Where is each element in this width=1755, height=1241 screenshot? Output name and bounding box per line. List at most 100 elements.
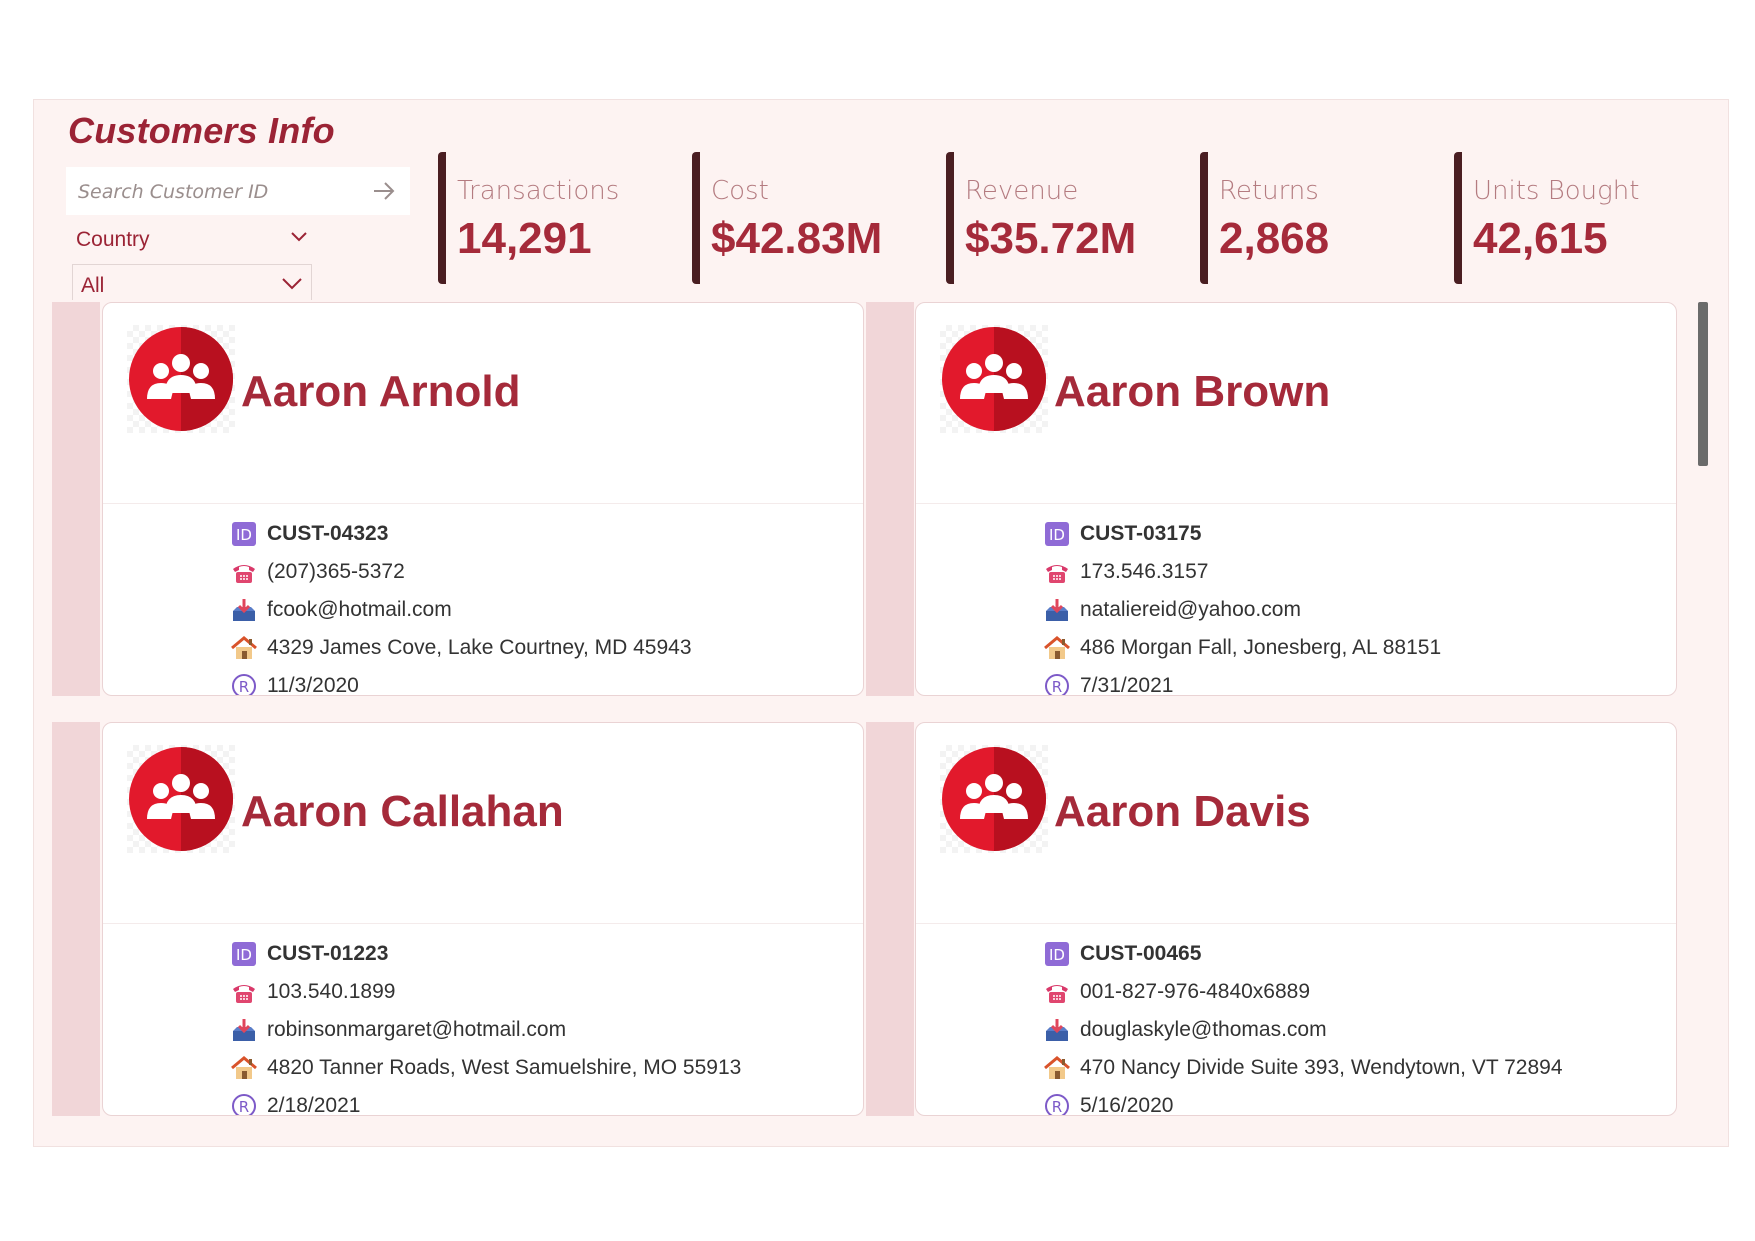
customer-name: Aaron Callahan <box>241 787 564 836</box>
svg-text:ID: ID <box>1049 526 1065 544</box>
kpi-value: 2,868 <box>1219 214 1330 263</box>
search-box[interactable] <box>66 167 410 215</box>
kpi-label: Revenue <box>965 176 1079 206</box>
telephone-icon <box>231 559 257 585</box>
search-input[interactable] <box>76 176 360 208</box>
customer-email[interactable]: robinsonmargaret@hotmail.com <box>267 1018 566 1042</box>
customer-email-row: natalie​reid@yahoo.com <box>1044 593 1301 627</box>
customer-email[interactable]: fcook@hotmail.com <box>267 598 452 622</box>
customer-id-row: ID CUST-03175 <box>1044 517 1201 551</box>
svg-text:R: R <box>239 1098 249 1116</box>
customer-address-row: 470 Nancy Divide Suite 393, Wendytown, V… <box>1044 1051 1563 1085</box>
inbox-icon <box>1044 597 1070 623</box>
kpi-accent-bar <box>692 152 700 284</box>
customer-registered: 11/3/2020 <box>267 674 359 696</box>
svg-text:ID: ID <box>1049 946 1065 964</box>
customer-id: CUST-00465 <box>1080 942 1202 965</box>
house-icon <box>231 1055 257 1081</box>
customer-name: Aaron Brown <box>1054 367 1331 416</box>
customer-address: 4329 James Cove, Lake Courtney, MD 45943 <box>267 636 692 659</box>
customer-phone: 173.546.3157 <box>1080 560 1209 583</box>
card-strip <box>866 722 914 1116</box>
registered-icon: R <box>1044 1093 1070 1116</box>
customer-id: CUST-03175 <box>1080 522 1202 545</box>
customer-card[interactable]: Aaron Brown ID CUST-03175 173.546.3157 natal… <box>915 302 1677 696</box>
customer-name: Aaron Arnold <box>241 367 521 416</box>
customer-id-row: ID CUST-00465 <box>1044 937 1201 971</box>
svg-text:R: R <box>1052 1098 1062 1116</box>
customer-card[interactable]: Aaron Arnold ID CUST-04323 (207)365-5372 fco… <box>102 302 864 696</box>
kpi-label: Returns <box>1219 176 1319 206</box>
customer-group-icon <box>940 745 1048 853</box>
kpi-cost: Cost $42.83M <box>692 152 932 284</box>
customer-registered: 2/18/2021 <box>267 1094 361 1116</box>
card-strip <box>52 302 100 696</box>
id-badge-icon: ID <box>231 941 257 967</box>
customer-card[interactable]: Aaron Callahan ID CUST-01223 103.540.1899 ro… <box>102 722 864 1116</box>
customer-address: 470 Nancy Divide Suite 393, Wendytown, V… <box>1080 1056 1563 1079</box>
customer-email[interactable]: natalie​reid@yahoo.com <box>1080 598 1301 622</box>
customer-address-row: 486 Morgan Fall, Jonesberg, AL 88151 <box>1044 631 1441 665</box>
arrow-right-icon[interactable] <box>372 180 396 202</box>
card-divider <box>916 923 1676 924</box>
customer-registered: 7/31/2021 <box>1080 674 1174 696</box>
kpi-value: $42.83M <box>711 214 883 263</box>
inbox-icon <box>1044 1017 1070 1043</box>
card-divider <box>103 923 863 924</box>
customer-email-row: fcook@hotmail.com <box>231 593 452 627</box>
customer-address: 4820 Tanner Roads, West Samuelshire, MO … <box>267 1056 742 1079</box>
customer-phone-row: (207)365-5372 <box>231 555 405 589</box>
telephone-icon <box>231 979 257 1005</box>
svg-text:ID: ID <box>236 526 252 544</box>
customer-email-row: douglaskyle@thomas.com <box>1044 1013 1327 1047</box>
customer-id-row: ID CUST-01223 <box>231 937 388 971</box>
customer-phone-row: 173.546.3157 <box>1044 555 1208 589</box>
chevron-down-icon <box>282 278 302 290</box>
kpi-accent-bar <box>1454 152 1462 284</box>
customer-group-icon <box>127 745 235 853</box>
house-icon <box>1044 635 1070 661</box>
customer-registered: 5/16/2020 <box>1080 1094 1174 1116</box>
kpi-label: Units Bought <box>1473 176 1640 206</box>
kpi-accent-bar <box>1200 152 1208 284</box>
kpi-value: 14,291 <box>457 214 592 263</box>
customer-group-icon <box>127 325 235 433</box>
scrollbar-thumb[interactable] <box>1698 302 1708 466</box>
id-badge-icon: ID <box>1044 941 1070 967</box>
customer-id-row: ID CUST-04323 <box>231 517 388 551</box>
country-dropdown[interactable]: All <box>72 264 312 300</box>
inbox-icon <box>231 1017 257 1043</box>
house-icon <box>231 635 257 661</box>
id-badge-icon: ID <box>231 521 257 547</box>
registered-icon: R <box>1044 673 1070 696</box>
chevron-down-icon[interactable] <box>290 230 308 244</box>
svg-text:R: R <box>1052 678 1062 696</box>
customer-group-icon <box>940 325 1048 433</box>
registered-icon: R <box>231 673 257 695</box>
kpi-units-bought: Units Bought 42,615 <box>1454 152 1694 284</box>
kpi-value: $35.72M <box>965 214 1137 263</box>
customer-phone: (207)365-5372 <box>267 560 405 583</box>
country-dropdown-value: All <box>81 274 105 297</box>
country-filter-label: Country <box>76 228 150 251</box>
card-strip <box>866 302 914 696</box>
customer-registered-row: R 7/31/2021 <box>1044 669 1174 696</box>
customer-registered-row: R 2/18/2021 <box>231 1089 361 1116</box>
customer-card[interactable]: Aaron Davis ID CUST-00465 001-827-976-4840x… <box>915 722 1677 1116</box>
kpi-transactions: Transactions 14,291 <box>438 152 678 284</box>
telephone-icon <box>1044 559 1070 585</box>
kpi-accent-bar <box>438 152 446 284</box>
kpi-returns: Returns 2,868 <box>1200 152 1440 284</box>
house-icon <box>1044 1055 1070 1081</box>
kpi-label: Cost <box>711 176 769 206</box>
inbox-icon <box>231 597 257 623</box>
customer-registered-row: R 11/3/2020 <box>231 669 359 696</box>
customer-email-row: robinsonmargaret@hotmail.com <box>231 1013 566 1047</box>
telephone-icon <box>1044 979 1070 1005</box>
customer-email[interactable]: douglaskyle@thomas.com <box>1080 1018 1327 1042</box>
customer-id: CUST-01223 <box>267 942 389 965</box>
page-title: Customers Info <box>68 110 335 151</box>
card-divider <box>916 503 1676 504</box>
customer-phone-row: 103.540.1899 <box>231 975 395 1009</box>
id-badge-icon: ID <box>1044 521 1070 547</box>
